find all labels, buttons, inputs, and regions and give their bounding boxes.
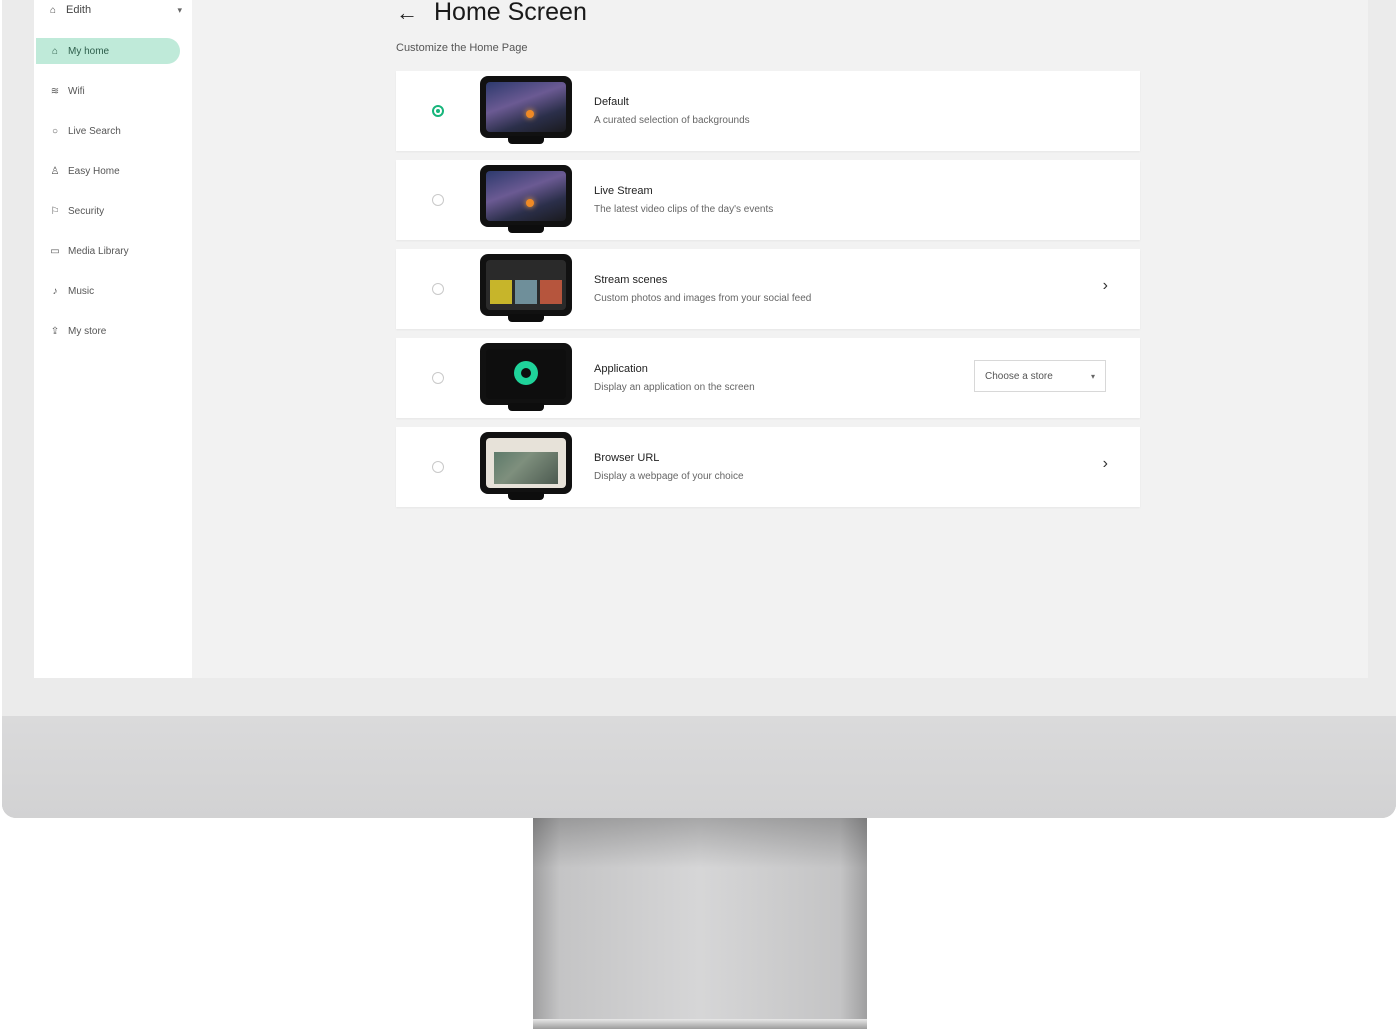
- option-browser-url[interactable]: Browser URL Display a webpage of your ch…: [396, 427, 1140, 507]
- shield-icon: ⚐: [50, 205, 60, 217]
- sidebar: ⌂ Edith ▾ ⌂ My home ≋ Wifi ○ Live Search…: [34, 0, 192, 678]
- main-content: ← Home Screen Customize the Home Page De…: [192, 0, 1368, 678]
- sidebar-item-label: Live Search: [68, 125, 121, 137]
- option-stream-scenes[interactable]: Stream scenes Custom photos and images f…: [396, 249, 1140, 329]
- page-title: Home Screen: [434, 0, 587, 26]
- radio-button[interactable]: [432, 372, 444, 384]
- monitor-stand: [533, 818, 867, 1029]
- radio-button[interactable]: [432, 283, 444, 295]
- user-icon: ♙: [50, 165, 60, 177]
- back-arrow-icon[interactable]: ←: [396, 0, 418, 26]
- night-sky-preview: [486, 171, 566, 221]
- sidebar-item-security[interactable]: ⚐ Security: [36, 198, 180, 224]
- option-description: Display an application on the screen: [594, 382, 755, 393]
- sidebar-item-label: Music: [68, 285, 95, 297]
- radio-button[interactable]: [432, 194, 444, 206]
- night-sky-preview: [486, 82, 566, 132]
- option-description: Display a webpage of your choice: [594, 471, 744, 482]
- option-title: Stream scenes: [594, 274, 668, 286]
- sidebar-item-label: Media Library: [68, 245, 129, 257]
- chevron-right-icon[interactable]: ›: [1103, 277, 1108, 295]
- store-select[interactable]: Choose a store ▾: [974, 360, 1106, 392]
- chevron-right-icon[interactable]: ›: [1103, 455, 1108, 473]
- sidebar-item-label: My home: [68, 45, 110, 57]
- search-icon: ○: [51, 125, 59, 137]
- media-icon: ▭: [50, 245, 60, 257]
- sidebar-item-my-home[interactable]: ⌂ My home: [36, 38, 180, 64]
- sidebar-item-my-store[interactable]: ⇪ My store: [36, 318, 180, 344]
- radio-button-selected[interactable]: [432, 105, 444, 117]
- page-header: ← Home Screen: [396, 0, 587, 27]
- sidebar-item-label: Easy Home: [68, 165, 120, 177]
- music-icon: ♪: [52, 285, 58, 297]
- app-logo-icon: [514, 361, 538, 385]
- sidebar-item-live-search[interactable]: ○ Live Search: [36, 118, 180, 144]
- chevron-down-icon: ▾: [1090, 371, 1095, 381]
- app-preview: [486, 349, 566, 399]
- home-screen-options: Default A curated selection of backgroun…: [396, 71, 1140, 516]
- option-title: Application: [594, 363, 648, 375]
- page-subtitle: Customize the Home Page: [396, 42, 528, 54]
- device-thumbnail: [480, 76, 572, 146]
- home-icon: ⌂: [51, 45, 59, 57]
- option-application[interactable]: Application Display an application on th…: [396, 338, 1140, 418]
- monitor-chin: [2, 716, 1396, 818]
- home-icon: ⌂: [49, 4, 57, 16]
- select-value: Choose a store: [985, 370, 1053, 382]
- sidebar-item-music[interactable]: ♪ Music: [36, 278, 180, 304]
- device-thumbnail: [480, 165, 572, 235]
- radio-button[interactable]: [432, 461, 444, 473]
- webpage-preview: [486, 438, 566, 488]
- sidebar-item-label: Wifi: [68, 85, 85, 97]
- photo-grid-preview: [486, 260, 566, 310]
- option-live-stream[interactable]: Live Stream The latest video clips of th…: [396, 160, 1140, 240]
- sidebar-item-easy-home[interactable]: ♙ Easy Home: [36, 158, 180, 184]
- option-title: Default: [594, 96, 629, 108]
- monitor-frame: ⌂ Edith ▾ ⌂ My home ≋ Wifi ○ Live Search…: [2, 0, 1396, 818]
- app-window: ⌂ Edith ▾ ⌂ My home ≋ Wifi ○ Live Search…: [34, 0, 1368, 678]
- option-title: Live Stream: [594, 185, 653, 197]
- account-switcher[interactable]: ⌂ Edith ▾: [46, 0, 182, 20]
- option-default[interactable]: Default A curated selection of backgroun…: [396, 71, 1140, 151]
- sidebar-item-label: My store: [68, 325, 107, 337]
- sidebar-item-media-library[interactable]: ▭ Media Library: [36, 238, 180, 264]
- device-thumbnail: [480, 432, 572, 502]
- device-thumbnail: [480, 254, 572, 324]
- sidebar-item-label: Security: [68, 205, 105, 217]
- sidebar-nav: ⌂ My home ≋ Wifi ○ Live Search ♙ Easy Ho…: [34, 38, 192, 358]
- option-description: The latest video clips of the day's even…: [594, 204, 774, 215]
- option-description: A curated selection of backgrounds: [594, 115, 750, 126]
- sidebar-item-wifi[interactable]: ≋ Wifi: [36, 78, 180, 104]
- device-thumbnail: [480, 343, 572, 413]
- wifi-icon: ≋: [50, 85, 60, 97]
- chevron-down-icon: ▾: [177, 4, 182, 15]
- option-title: Browser URL: [594, 452, 660, 464]
- option-description: Custom photos and images from your socia…: [594, 293, 812, 304]
- account-label: Edith: [66, 4, 92, 16]
- screen: ⌂ Edith ▾ ⌂ My home ≋ Wifi ○ Live Search…: [2, 0, 1396, 716]
- monitor-stand-base: [533, 1019, 867, 1029]
- store-icon: ⇪: [50, 325, 60, 337]
